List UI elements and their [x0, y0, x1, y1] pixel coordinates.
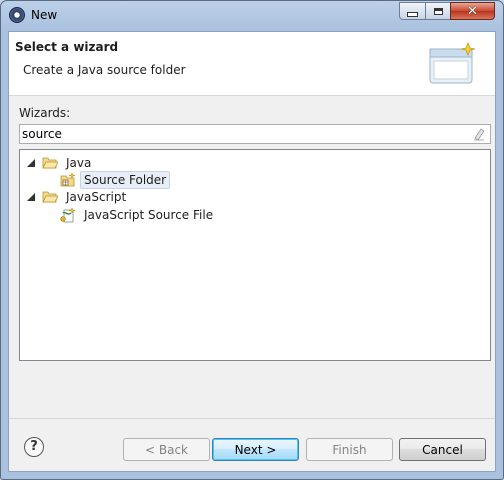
finish-button[interactable]: Finish — [306, 438, 393, 461]
tree-node-label: JavaScript — [66, 190, 127, 204]
expanded-arrow-icon[interactable] — [26, 192, 36, 202]
tree-node-label: Source Folder — [80, 171, 171, 189]
page-description: Create a Java source folder — [23, 63, 186, 77]
cancel-button[interactable]: Cancel — [399, 438, 486, 461]
wizards-label-text: Wizards: — [19, 106, 71, 120]
javascript-source-file-icon — [60, 207, 76, 223]
tree-node-javascript[interactable]: JavaScript — [26, 188, 130, 206]
folder-open-icon — [42, 191, 58, 203]
wizard-tree[interactable]: Java Source Folder JavaScript JavaScript… — [19, 149, 491, 361]
back-button[interactable]: < Back — [123, 438, 210, 461]
help-icon[interactable]: ? — [24, 437, 44, 457]
button-bar-divider — [9, 418, 495, 419]
tree-node-label: Java — [66, 156, 92, 170]
tree-node-source-folder[interactable]: Source Folder — [60, 171, 171, 189]
minimize-icon — [407, 11, 418, 17]
tree-node-javascript-source-file[interactable]: JavaScript Source File — [60, 206, 217, 224]
java-source-folder-icon — [60, 172, 76, 187]
expanded-arrow-icon[interactable] — [26, 158, 36, 168]
new-wizard-banner-icon — [429, 41, 476, 84]
minimize-button[interactable] — [399, 2, 426, 20]
close-icon: ✕ — [467, 3, 478, 19]
dialog-body: Select a wizard Create a Java source fol… — [8, 31, 496, 472]
page-title: Select a wizard — [15, 40, 119, 54]
window-title: New — [31, 8, 58, 22]
maximize-icon — [433, 7, 443, 15]
folder-open-icon — [42, 157, 58, 169]
clear-filter-icon[interactable] — [472, 127, 486, 141]
tree-node-java[interactable]: Java — [26, 154, 95, 172]
wizard-header: Select a wizard Create a Java source fol… — [9, 32, 495, 96]
eclipse-app-icon — [9, 7, 25, 23]
wizard-filter-input[interactable] — [22, 126, 462, 142]
wizard-filter-field[interactable] — [19, 124, 491, 144]
title-bar[interactable]: New ✕ — [1, 1, 503, 31]
new-wizard-window: New ✕ Select a wizard Create a Java sour… — [0, 0, 504, 480]
next-button[interactable]: Next > — [212, 438, 299, 461]
wizards-label: Wizards: — [19, 106, 70, 120]
maximize-button[interactable] — [425, 2, 451, 20]
tree-node-label: JavaScript Source File — [84, 208, 214, 222]
close-button[interactable]: ✕ — [450, 2, 495, 20]
